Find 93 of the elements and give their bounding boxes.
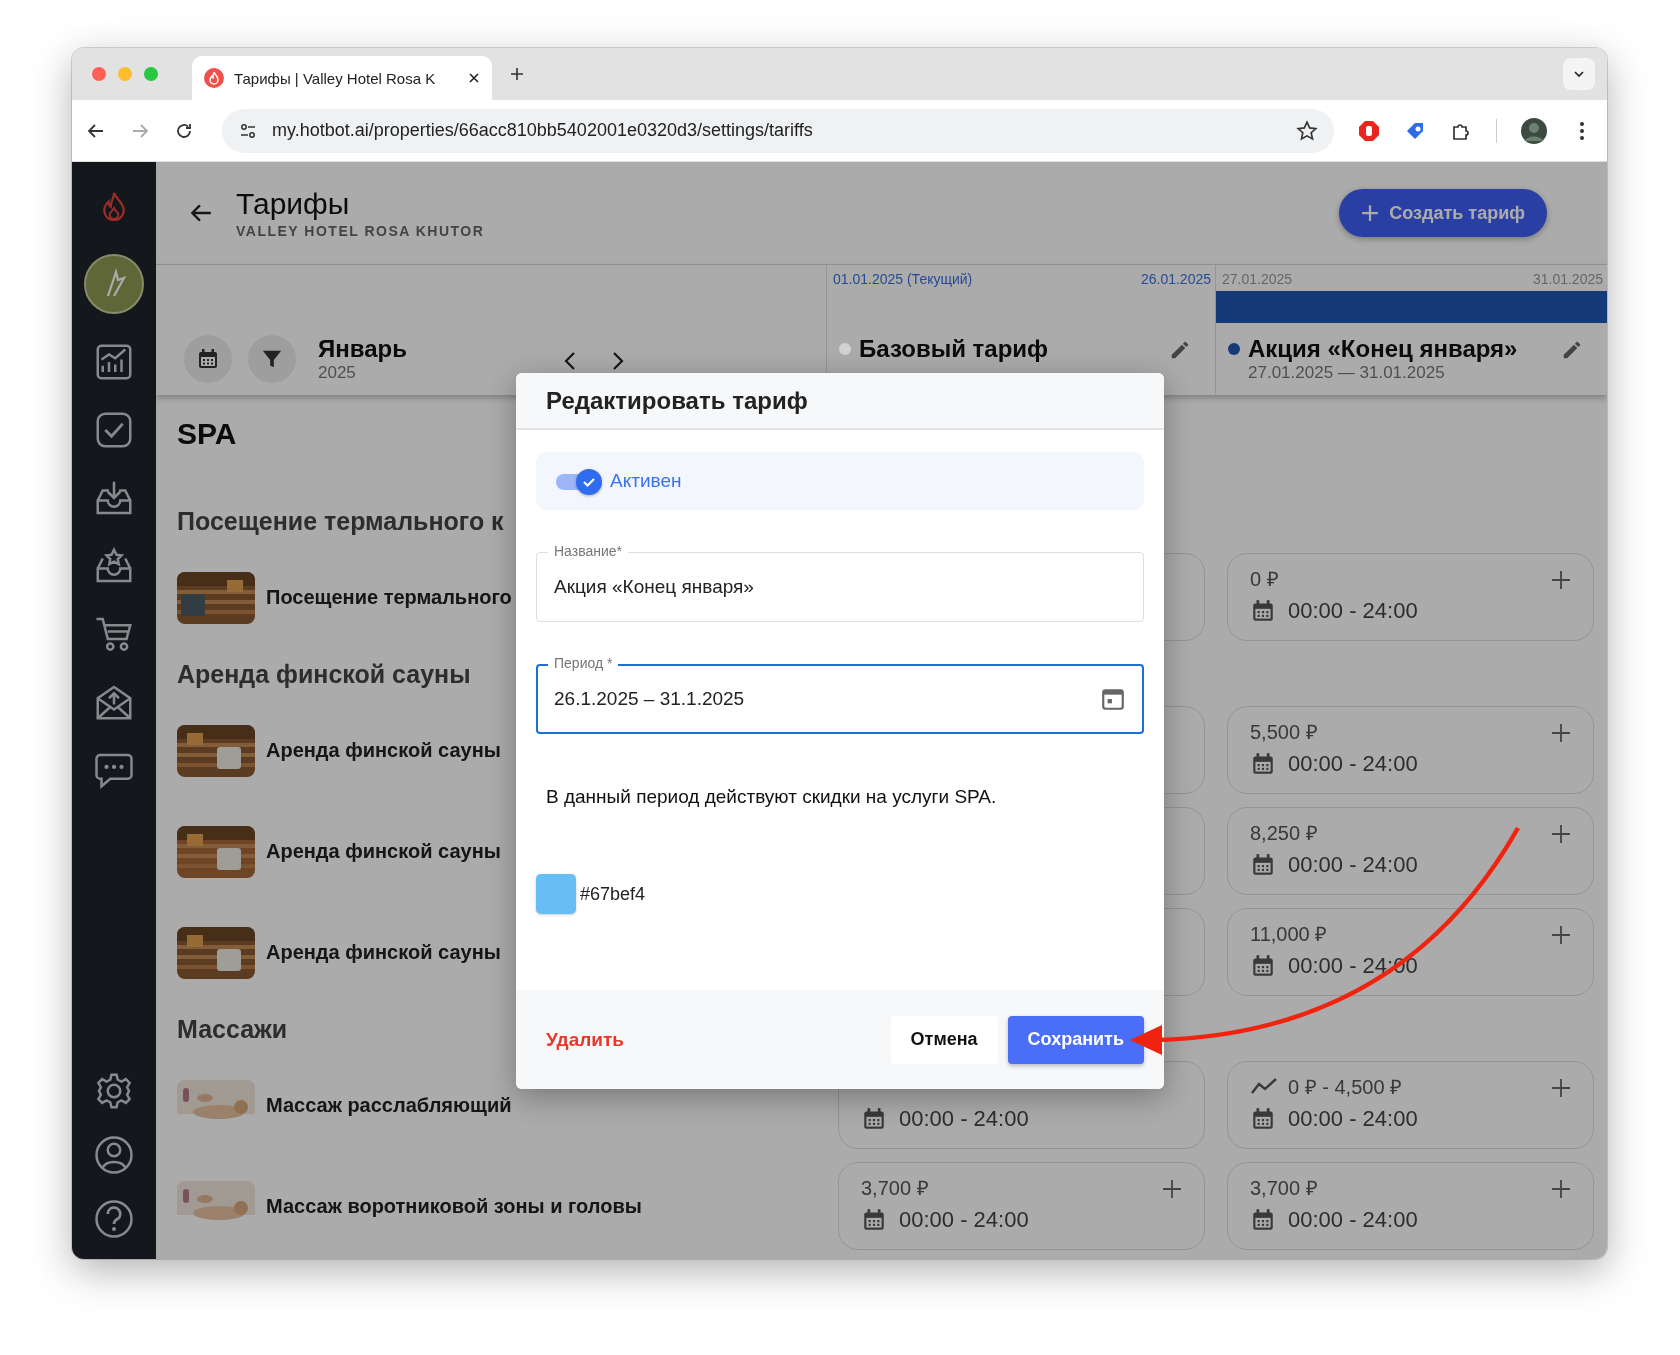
calendar-icon: [861, 1106, 887, 1132]
start-date: 01.01.2025 (Текущий): [833, 271, 973, 289]
price-card[interactable]: 5,500 ₽ 00:00 - 24:00: [1227, 706, 1594, 794]
tariff-dates: 27.01.2025 — 31.01.2025: [1248, 363, 1446, 383]
price-card[interactable]: 8,250 ₽ 00:00 - 24:00: [1227, 807, 1594, 895]
price-text: 3,700 ₽: [1250, 1175, 1318, 1201]
tariff-name: Базовый тариф: [859, 335, 1050, 363]
create-tariff-button[interactable]: Создать тариф: [1339, 189, 1547, 237]
price-text: 3,700 ₽: [861, 1175, 929, 1201]
close-icon[interactable]: [468, 72, 480, 84]
calendar-icon: [1250, 852, 1276, 878]
calendar-icon[interactable]: [1100, 686, 1126, 712]
calendar-icon: [1250, 598, 1276, 624]
month-label: Январь: [318, 335, 408, 363]
calendar-icon: [1250, 1106, 1276, 1132]
calendar-icon: [861, 1207, 887, 1233]
page-title: Тарифы: [236, 187, 351, 221]
save-button[interactable]: Сохранить: [1007, 1015, 1144, 1064]
price-card[interactable]: 3,700 ₽ 00:00 - 24:00: [838, 1162, 1205, 1250]
tab-list-button[interactable]: [1563, 58, 1595, 90]
service-name: Аренда финской сауны: [266, 941, 501, 964]
help-icon[interactable]: [94, 1199, 134, 1239]
price-text: 0 ₽ - 4,500 ₽: [1288, 1074, 1403, 1100]
time-range: 00:00 - 24:00: [1288, 1207, 1418, 1233]
chart-icon[interactable]: [94, 342, 134, 382]
price-text: 5,500 ₽: [1250, 719, 1318, 745]
switch-label: Активен: [610, 470, 682, 492]
pencil-icon[interactable]: [1169, 339, 1191, 361]
description-text: В данный период действуют скидки на услуги SPA.: [546, 786, 998, 808]
end-date: 26.01.2025: [1140, 271, 1211, 289]
plus-icon[interactable]: [1551, 570, 1571, 590]
service-name: Аренда финской сауны: [266, 739, 501, 762]
price-text: 0 ₽: [1250, 566, 1279, 592]
plus-icon: [1361, 204, 1380, 222]
delete-button[interactable]: Удалить: [546, 1028, 624, 1051]
price-text: 11,000 ₽: [1250, 921, 1328, 947]
cancel-button[interactable]: Отмена: [890, 1015, 998, 1064]
color-code: #67bef4: [580, 883, 646, 905]
plus-icon[interactable]: [1551, 723, 1571, 743]
service-name: Массаж расслабляющий: [266, 1094, 512, 1117]
stop-hand-icon[interactable]: [1358, 119, 1380, 142]
time-range: 00:00 - 24:00: [1288, 1106, 1418, 1132]
trend-icon: [1250, 1077, 1278, 1095]
chevron-down-icon: [1573, 68, 1585, 80]
time-range: 00:00 - 24:00: [1288, 751, 1418, 777]
start-date: 27.01.2025: [1222, 271, 1293, 289]
filter-button[interactable]: [248, 335, 296, 383]
calendar-icon: [1250, 1207, 1276, 1233]
plus-icon[interactable]: [1551, 1179, 1571, 1199]
profile-avatar[interactable]: [1521, 117, 1547, 144]
service-name: Посещение термального: [266, 586, 512, 609]
time-range: 00:00 - 24:00: [899, 1106, 1029, 1132]
service-name: Аренда финской сауны: [266, 840, 501, 863]
user-icon[interactable]: [94, 1135, 134, 1175]
price-card[interactable]: 0 ₽ 00:00 - 24:00: [1227, 553, 1594, 641]
group-title: Аренда финской сауны: [177, 659, 471, 689]
address-bar[interactable]: my.hotbot.ai/properties/66acc810bb5402001e0320d3/settings/tariffs: [222, 108, 1334, 153]
pencil-icon[interactable]: [1561, 339, 1583, 361]
plus-icon[interactable]: [1551, 824, 1571, 844]
settings-icon[interactable]: [94, 1071, 134, 1111]
filter-icon: [261, 348, 283, 370]
plus-icon[interactable]: [1551, 1078, 1571, 1098]
end-date: 31.01.2025: [1532, 271, 1603, 289]
calendar-button[interactable]: [184, 335, 232, 383]
plus-icon[interactable]: [1162, 1179, 1182, 1199]
new-tab-icon[interactable]: [510, 67, 524, 81]
next-icon[interactable]: [612, 351, 624, 371]
price-card[interactable]: 3,700 ₽ 00:00 - 24:00: [1227, 1162, 1594, 1250]
time-range: 00:00 - 24:00: [899, 1207, 1029, 1233]
hotel-avatar[interactable]: [84, 254, 144, 314]
year-label: 2025: [318, 363, 357, 383]
hotel-name: VALLEY HOTEL ROSA KHUTOR: [236, 223, 485, 239]
service-name: Массаж воротниковой зоны и головы: [266, 1195, 642, 1218]
tariff-name: Акция «Конец января»: [1248, 335, 1519, 363]
active-switch[interactable]: [556, 467, 602, 495]
calendar-icon: [1250, 751, 1276, 777]
previous-icon[interactable]: [564, 351, 576, 371]
plus-icon[interactable]: [1551, 925, 1571, 945]
calendar-icon: [1250, 953, 1276, 979]
group-title: Массажи: [177, 1014, 288, 1044]
time-range: 00:00 - 24:00: [1288, 598, 1418, 624]
flame-icon: [204, 68, 224, 88]
price-card[interactable]: 0 ₽ - 4,500 ₽ 00:00 - 24:00: [1227, 1061, 1594, 1149]
browser-tab[interactable]: Тарифы | Valley Hotel Rosa K: [192, 56, 492, 100]
color-swatch[interactable]: [536, 874, 576, 914]
calendar-icon: [196, 347, 220, 371]
bookmark-star-icon[interactable]: [1296, 119, 1318, 142]
dialog-title: Редактировать тариф: [546, 386, 808, 415]
time-range: 00:00 - 24:00: [1288, 852, 1418, 878]
checkbox-icon[interactable]: [94, 410, 134, 450]
group-title: Посещение термального к: [177, 506, 504, 536]
section-title: SPA: [177, 417, 237, 450]
price-text: 8,250 ₽: [1250, 820, 1318, 846]
